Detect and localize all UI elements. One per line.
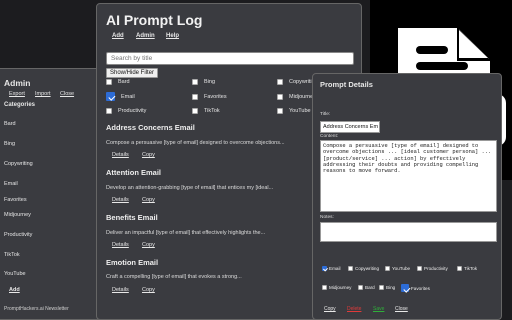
checkbox-checked[interactable] <box>401 284 409 292</box>
tag-copywriting[interactable]: Copywriting <box>348 266 379 271</box>
tag-midjourney[interactable]: Midjourney <box>322 285 351 290</box>
categories-heading: Categories <box>4 102 36 108</box>
save-button[interactable]: Save <box>373 306 384 312</box>
checkbox[interactable] <box>277 94 283 100</box>
checkbox[interactable] <box>385 266 390 271</box>
filter-bing[interactable]: Bing <box>192 79 215 85</box>
toggle-filter-button[interactable]: Show/Hide Filter <box>106 68 159 78</box>
export-link[interactable]: Export <box>9 91 25 97</box>
entry-title: Emotion Email <box>106 258 159 267</box>
tag-favorites[interactable]: Favorites <box>401 284 430 292</box>
entry-title: Benefits Email <box>106 213 158 222</box>
tag-bard[interactable]: Bard <box>358 285 375 290</box>
add-link[interactable]: Add <box>112 33 124 39</box>
details-title: Prompt Details <box>320 80 373 89</box>
checkbox[interactable] <box>277 108 283 114</box>
filter-email[interactable]: Email <box>106 92 135 101</box>
category-item[interactable]: Copywriting <box>4 161 33 167</box>
copy-link[interactable]: Copy <box>142 152 155 158</box>
admin-panel: Admin Export Import Close Categories Bar… <box>0 68 111 320</box>
close-button[interactable]: Close <box>395 306 408 312</box>
entry-title: Address Concerns Email <box>106 123 195 132</box>
checkbox[interactable] <box>417 266 422 271</box>
checkbox[interactable] <box>457 266 462 271</box>
admin-title: Admin <box>4 78 31 88</box>
category-item[interactable]: Productivity <box>4 232 32 238</box>
category-item[interactable]: TikTok <box>4 252 20 258</box>
category-item[interactable]: Favorites <box>4 197 27 203</box>
category-item[interactable]: Email <box>4 181 18 187</box>
tag-productivity[interactable]: Productivity <box>417 266 448 271</box>
checkbox[interactable] <box>192 79 198 85</box>
copy-button[interactable]: Copy <box>324 306 336 312</box>
prompt-details-panel: Prompt Details Title: Address Concerns E… <box>312 73 502 320</box>
filter-youtube[interactable]: YouTube <box>277 108 311 114</box>
page-title: AI Prompt Log <box>106 12 203 28</box>
details-link[interactable]: Details <box>112 242 129 248</box>
copy-link[interactable]: Copy <box>142 287 155 293</box>
delete-button[interactable]: Delete <box>347 306 361 312</box>
category-item[interactable]: Midjourney <box>4 212 31 218</box>
checkbox-checked[interactable] <box>322 266 327 271</box>
category-item[interactable]: Bing <box>4 141 15 147</box>
checkbox[interactable] <box>322 285 327 290</box>
notes-textarea[interactable] <box>320 222 497 242</box>
checkbox[interactable] <box>348 266 353 271</box>
newsletter-text[interactable]: PromptHackers.ai Newsletter <box>4 306 69 312</box>
content-label: Content: <box>320 134 339 139</box>
checkbox[interactable] <box>358 285 363 290</box>
tag-email[interactable]: Email <box>322 266 341 271</box>
details-link[interactable]: Details <box>112 152 129 158</box>
notes-label: Notes: <box>320 215 334 220</box>
checkbox[interactable] <box>106 79 112 85</box>
help-link[interactable]: Help <box>166 33 179 39</box>
admin-close-link[interactable]: Close <box>60 91 74 97</box>
tag-tiktok[interactable]: TikTok <box>457 266 477 271</box>
details-link[interactable]: Details <box>112 197 129 203</box>
checkbox[interactable] <box>379 285 384 290</box>
filter-bard[interactable]: Bard <box>106 79 130 85</box>
tag-youtube[interactable]: YouTube <box>385 266 410 271</box>
copy-link[interactable]: Copy <box>142 242 155 248</box>
checkbox[interactable] <box>277 79 283 85</box>
filter-favorites[interactable]: Favorites <box>192 94 227 100</box>
filter-productivity[interactable]: Productivity <box>106 108 146 114</box>
checkbox[interactable] <box>106 108 112 114</box>
checkbox[interactable] <box>192 94 198 100</box>
checkbox-checked[interactable] <box>106 92 115 101</box>
title-label: Title: <box>320 112 331 117</box>
title-field[interactable]: Address Concerns Em <box>320 121 380 133</box>
checkbox[interactable] <box>192 108 198 114</box>
details-link[interactable]: Details <box>112 287 129 293</box>
admin-link[interactable]: Admin <box>136 33 155 39</box>
search-input[interactable] <box>106 52 354 65</box>
copy-link[interactable]: Copy <box>142 197 155 203</box>
import-link[interactable]: Import <box>35 91 51 97</box>
filter-tiktok[interactable]: TikTok <box>192 108 220 114</box>
category-item[interactable]: YouTube <box>4 271 26 277</box>
category-item[interactable]: Bard <box>4 121 16 127</box>
filter-midjourney[interactable]: Midjourney <box>277 94 316 100</box>
entry-title: Attention Email <box>106 168 162 177</box>
content-textarea[interactable]: Compose a persuasive [type of email] des… <box>320 140 497 212</box>
tag-bing[interactable]: Bing <box>379 285 395 290</box>
add-category-link[interactable]: Add <box>9 287 20 293</box>
